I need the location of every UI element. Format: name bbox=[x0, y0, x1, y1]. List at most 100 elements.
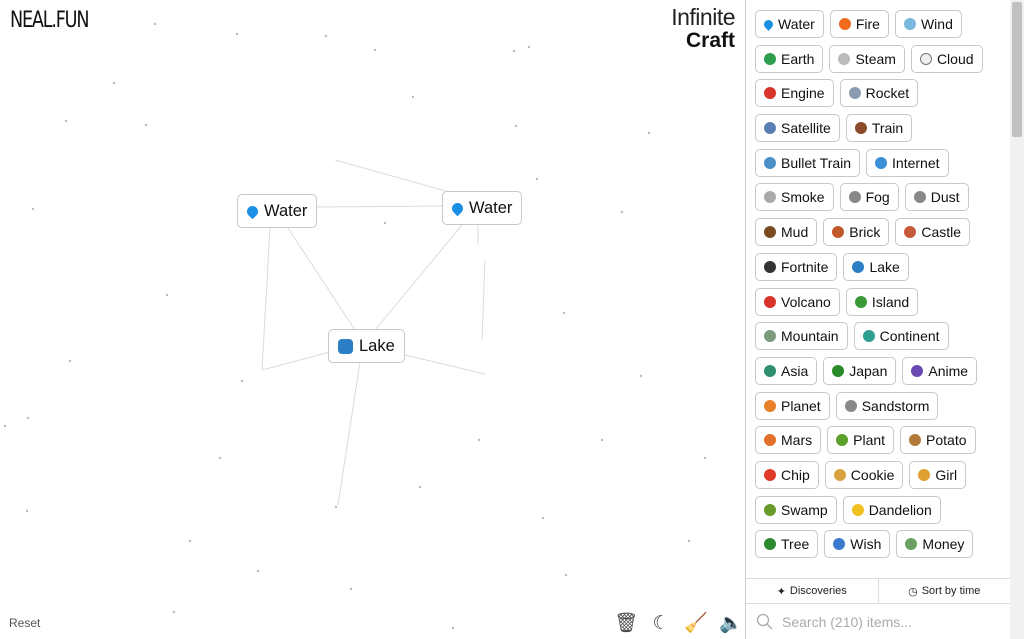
item-smoke[interactable]: Smoke bbox=[755, 183, 834, 212]
smoke-icon bbox=[764, 191, 776, 204]
sparkles-icon: ✦ bbox=[776, 585, 786, 598]
flower-icon bbox=[851, 503, 864, 516]
crocodile-icon bbox=[764, 503, 776, 516]
connection-line bbox=[481, 259, 486, 341]
items-list: Water Fire Wind Earth Steam Cloud Engine Rocket… bbox=[755, 10, 995, 559]
item-asia[interactable]: Asia bbox=[755, 356, 818, 385]
item-bullet-train[interactable]: Bullet Train bbox=[755, 148, 861, 177]
connection-line bbox=[337, 361, 361, 506]
background-dot bbox=[639, 374, 643, 378]
item-girl[interactable]: Girl bbox=[909, 460, 967, 489]
crafting-canvas[interactable]: NEAL.FUN Infinite Craft Water Water Lake… bbox=[0, 0, 745, 639]
reset-button[interactable]: Reset bbox=[9, 616, 40, 630]
item-japan[interactable]: Japan bbox=[823, 356, 897, 385]
item-rocket[interactable]: Rocket bbox=[839, 79, 919, 108]
broom-icon[interactable]: 🧹 bbox=[684, 612, 708, 634]
item-wish[interactable]: Wish bbox=[824, 530, 891, 559]
item-fog[interactable]: Fog bbox=[839, 183, 899, 212]
background-dot bbox=[25, 509, 29, 513]
item-wind[interactable]: Wind bbox=[894, 10, 962, 38]
connection-line bbox=[261, 227, 271, 371]
item-money[interactable]: Money bbox=[896, 530, 974, 559]
planet-icon bbox=[764, 434, 776, 447]
list-fade bbox=[746, 566, 1010, 578]
discoveries-button[interactable]: ✦ Discoveries bbox=[746, 579, 878, 603]
background-dot bbox=[64, 119, 68, 123]
item-internet[interactable]: Internet bbox=[866, 148, 949, 177]
item-dust[interactable]: Dust bbox=[904, 183, 969, 212]
item-planet[interactable]: Planet bbox=[755, 391, 830, 420]
item-continent[interactable]: Continent bbox=[853, 322, 949, 351]
background-dot bbox=[562, 311, 566, 315]
dust-icon bbox=[913, 191, 926, 204]
moon-icon[interactable]: ☾ bbox=[650, 612, 672, 634]
steam-icon bbox=[838, 52, 851, 65]
wave-icon bbox=[852, 260, 865, 273]
water-drop-icon bbox=[244, 203, 261, 219]
background-dot bbox=[68, 359, 72, 363]
anime-icon bbox=[911, 364, 924, 377]
item-sandstorm[interactable]: Sandstorm bbox=[835, 391, 939, 420]
earth-icon bbox=[764, 52, 776, 65]
item-plant[interactable]: Plant bbox=[827, 426, 895, 455]
background-dot bbox=[3, 424, 7, 428]
brick-icon bbox=[832, 226, 845, 239]
canvas-element-water[interactable]: Water bbox=[237, 194, 318, 228]
item-earth[interactable]: Earth bbox=[755, 44, 824, 73]
globe-icon bbox=[875, 156, 888, 169]
item-island[interactable]: Island bbox=[845, 287, 919, 316]
item-castle[interactable]: Castle bbox=[895, 218, 971, 247]
background-dot bbox=[188, 539, 192, 543]
japan-map-icon bbox=[832, 364, 845, 377]
wave-icon bbox=[338, 338, 353, 354]
item-cookie[interactable]: Cookie bbox=[824, 460, 904, 489]
item-cloud[interactable]: Cloud bbox=[910, 44, 983, 73]
item-lake[interactable]: Lake bbox=[843, 252, 909, 281]
search-input[interactable] bbox=[782, 613, 992, 630]
item-steam[interactable]: Steam bbox=[829, 44, 905, 73]
search-icon bbox=[756, 613, 773, 629]
item-mars[interactable]: Mars bbox=[755, 426, 822, 455]
background-dot bbox=[165, 293, 169, 297]
background-dot bbox=[256, 569, 260, 573]
search-bar bbox=[746, 604, 1010, 639]
scrollbar-thumb[interactable] bbox=[1012, 2, 1022, 137]
item-anime[interactable]: Anime bbox=[902, 356, 978, 385]
item-water[interactable]: Water bbox=[755, 10, 824, 38]
cloud-icon bbox=[919, 52, 932, 65]
train-icon bbox=[854, 122, 867, 135]
sound-icon[interactable]: 🔈 bbox=[719, 612, 743, 634]
item-mud[interactable]: Mud bbox=[755, 218, 818, 247]
item-satellite[interactable]: Satellite bbox=[755, 114, 840, 143]
background-dot bbox=[564, 573, 568, 577]
item-volcano[interactable]: Volcano bbox=[755, 287, 840, 316]
connection-line bbox=[261, 351, 331, 371]
item-dandelion[interactable]: Dandelion bbox=[842, 495, 941, 524]
item-fire[interactable]: Fire bbox=[829, 10, 889, 38]
connection-line bbox=[404, 354, 486, 375]
item-engine[interactable]: Engine bbox=[755, 79, 834, 108]
item-tree[interactable]: Tree bbox=[755, 530, 819, 559]
trash-icon[interactable]: 🗑 bbox=[614, 612, 638, 634]
scrollbar[interactable] bbox=[1010, 0, 1024, 639]
bullet-train-icon bbox=[764, 156, 776, 169]
background-dot bbox=[512, 49, 516, 53]
sidebar: Water Fire Wind Earth Steam Cloud Engine Rocket… bbox=[745, 0, 1010, 639]
canvas-element-lake[interactable]: Lake bbox=[328, 329, 405, 363]
canvas-element-water[interactable]: Water bbox=[442, 191, 523, 225]
background-dot bbox=[144, 123, 148, 127]
item-brick[interactable]: Brick bbox=[823, 218, 890, 247]
sidebar-tabs: ✦ Discoveries ◷ Sort by time bbox=[746, 578, 1010, 604]
background-dot bbox=[418, 485, 422, 489]
background-dot bbox=[411, 95, 415, 99]
sort-by-time-button[interactable]: ◷ Sort by time bbox=[877, 579, 1011, 603]
item-chip[interactable]: Chip bbox=[755, 460, 819, 489]
background-dot bbox=[620, 210, 624, 214]
item-mountain[interactable]: Mountain bbox=[755, 322, 848, 351]
item-swamp[interactable]: Swamp bbox=[755, 495, 837, 524]
item-fortnite[interactable]: Fortnite bbox=[755, 252, 838, 281]
neal-fun-logo[interactable]: NEAL.FUN bbox=[10, 8, 89, 33]
item-potato[interactable]: Potato bbox=[900, 426, 976, 455]
item-train[interactable]: Train bbox=[845, 114, 913, 143]
satellite-icon bbox=[764, 122, 776, 135]
